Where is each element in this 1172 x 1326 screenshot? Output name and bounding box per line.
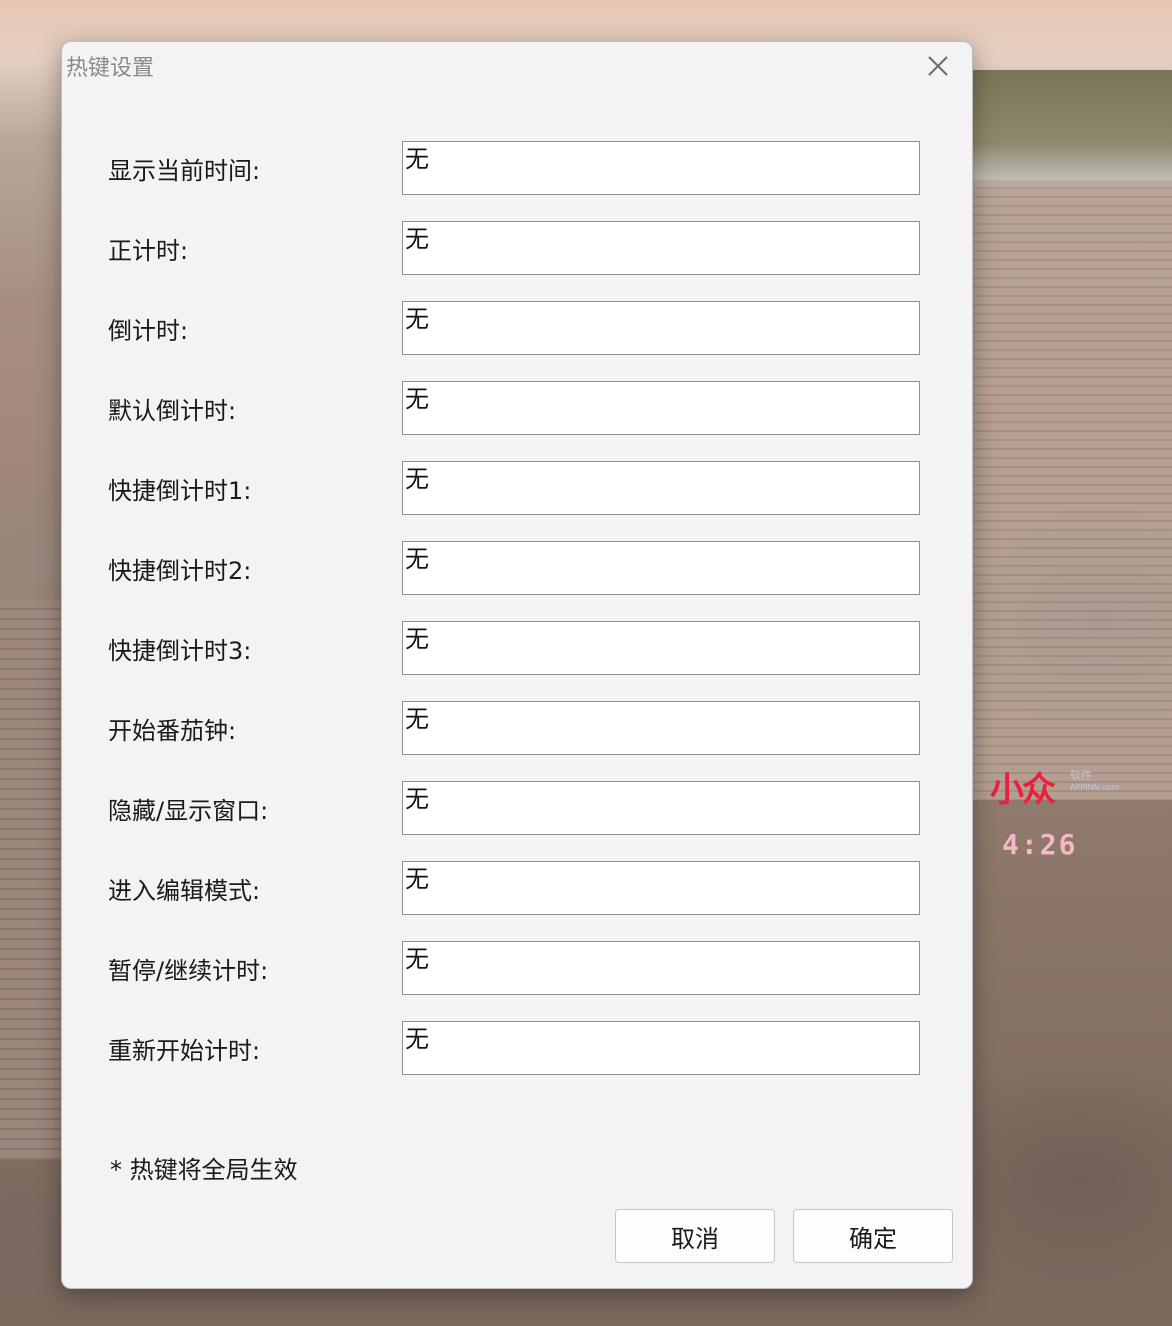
- close-button[interactable]: [920, 48, 956, 84]
- hotkey-input-toggle-window[interactable]: 无: [402, 781, 920, 835]
- hotkey-row-quick-countdown-3: 快捷倒计时3: 无: [108, 621, 928, 677]
- hotkey-input-countdown[interactable]: 无: [402, 301, 920, 355]
- hotkey-row-edit-mode: 进入编辑模式: 无: [108, 861, 928, 917]
- wallpaper-left-boardwalk: [0, 600, 62, 1160]
- hotkey-input-default-countdown[interactable]: 无: [402, 381, 920, 435]
- clock-logo-sub-line-1: 软件: [1070, 769, 1092, 782]
- hotkey-row-quick-countdown-1: 快捷倒计时1: 无: [108, 461, 928, 517]
- hotkey-label: 快捷倒计时2:: [108, 557, 252, 585]
- hotkey-input-show-current-time[interactable]: 无: [402, 141, 920, 195]
- clock-logo-subtitle: 软件 APPINN.com: [1070, 770, 1119, 794]
- hotkey-input-restart-timer[interactable]: 无: [402, 1021, 920, 1075]
- hotkey-label: 快捷倒计时1:: [108, 477, 252, 505]
- hotkey-label: 默认倒计时:: [108, 397, 237, 425]
- close-icon: [928, 56, 948, 76]
- hotkey-label: 显示当前时间:: [108, 157, 261, 185]
- desktop-clock-widget[interactable]: 小众 软件 APPINN.com 4:26: [990, 762, 1140, 872]
- hotkey-label: 正计时:: [108, 237, 189, 265]
- wallpaper-boardwalk: [972, 180, 1172, 800]
- hotkey-input-count-up[interactable]: 无: [402, 221, 920, 275]
- hotkey-input-start-pomodoro[interactable]: 无: [402, 701, 920, 755]
- hotkey-row-restart-timer: 重新开始计时: 无: [108, 1021, 928, 1077]
- hotkey-input-edit-mode[interactable]: 无: [402, 861, 920, 915]
- hotkey-row-show-current-time: 显示当前时间: 无: [108, 141, 928, 197]
- hotkey-label: 隐藏/显示窗口:: [108, 797, 269, 825]
- hotkey-input-quick-countdown-1[interactable]: 无: [402, 461, 920, 515]
- confirm-button[interactable]: 确定: [793, 1209, 953, 1263]
- global-hotkey-note: * 热键将全局生效: [110, 1156, 298, 1184]
- hotkey-input-quick-countdown-3[interactable]: 无: [402, 621, 920, 675]
- hotkey-input-quick-countdown-2[interactable]: 无: [402, 541, 920, 595]
- wallpaper-grass: [962, 70, 1172, 190]
- hotkey-row-start-pomodoro: 开始番茄钟: 无: [108, 701, 928, 757]
- hotkey-row-default-countdown: 默认倒计时: 无: [108, 381, 928, 437]
- hotkey-input-pause-resume[interactable]: 无: [402, 941, 920, 995]
- hotkey-label: 进入编辑模式:: [108, 877, 261, 905]
- hotkey-label: 快捷倒计时3:: [108, 637, 252, 665]
- hotkey-label: 倒计时:: [108, 317, 189, 345]
- hotkey-label: 开始番茄钟:: [108, 717, 237, 745]
- clock-time: 4:26: [1002, 828, 1078, 861]
- hotkey-settings-dialog: 热键设置 显示当前时间: 无 正计时: 无 倒计时: 无 默认倒计时: 无 快捷…: [61, 41, 973, 1289]
- dialog-title: 热键设置: [66, 56, 155, 81]
- hotkey-row-count-up: 正计时: 无: [108, 221, 928, 277]
- hotkey-label: 暂停/继续计时:: [108, 957, 269, 985]
- hotkey-label: 重新开始计时:: [108, 1037, 261, 1065]
- hotkey-row-countdown: 倒计时: 无: [108, 301, 928, 357]
- hotkey-row-pause-resume: 暂停/继续计时: 无: [108, 941, 928, 997]
- hotkey-row-toggle-window: 隐藏/显示窗口: 无: [108, 781, 928, 837]
- hotkey-row-quick-countdown-2: 快捷倒计时2: 无: [108, 541, 928, 597]
- cancel-button[interactable]: 取消: [615, 1209, 775, 1263]
- clock-logo-sub-line-2: APPINN.com: [1070, 783, 1120, 792]
- clock-logo: 小众: [990, 770, 1056, 810]
